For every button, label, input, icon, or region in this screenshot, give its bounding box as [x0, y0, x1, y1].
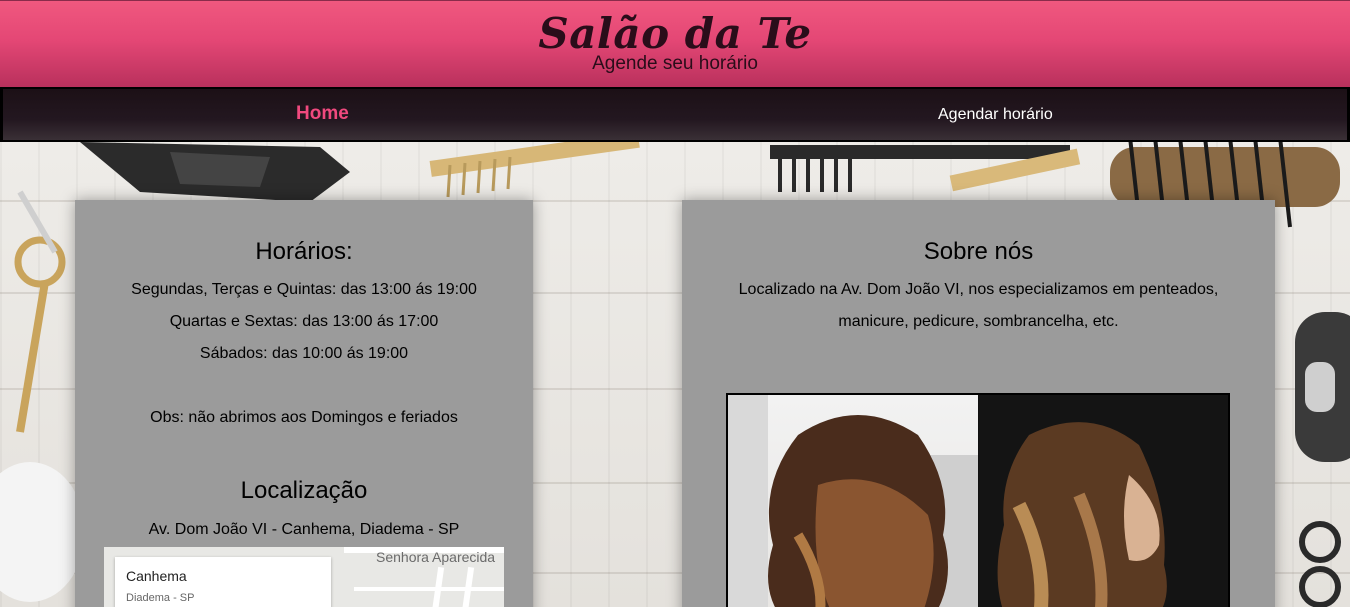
scissors-icon	[14, 190, 66, 433]
about-card: Sobre nós Localizado na Av. Dom João VI,…	[682, 200, 1275, 607]
clipper-icon	[1295, 312, 1350, 462]
site-logo-title[interactable]: Salão da Te	[0, 9, 1350, 59]
black-comb-icon	[770, 145, 1081, 192]
hair-photo-right	[979, 395, 1228, 607]
site-tagline: Agende seu horário	[592, 53, 758, 74]
location-map[interactable]: Senhora Aparecida Canhema Diadema - SP	[104, 547, 504, 607]
bowl-icon	[0, 462, 80, 602]
hours-location-card: Horários: Segundas, Terças e Quintas: da…	[75, 200, 533, 607]
hours-note: Obs: não abrimos aos Domingos e feriados	[150, 409, 458, 426]
location-title: Localização	[240, 477, 368, 504]
main-nav: Home Agendar horário	[0, 87, 1350, 142]
hair-photo	[726, 393, 1230, 607]
location-address: Av. Dom João VI - Canhema, Diadema - SP	[148, 521, 460, 538]
hours-line-weekdays: Segundas, Terças e Quintas: das 13:00 ás…	[131, 281, 477, 298]
hours-title: Horários:	[255, 238, 353, 265]
map-place-card[interactable]: Canhema Diadema - SP	[115, 557, 331, 607]
hours-line-saturday: Sábados: das 10:00 ás 19:00	[199, 345, 409, 362]
about-title: Sobre nós	[923, 238, 1034, 265]
nav-schedule-link[interactable]: Agendar horário	[938, 106, 1053, 124]
about-text-line1: Localizado na Av. Dom João VI, nos espec…	[738, 281, 1219, 298]
scissors-right-icon	[1299, 521, 1341, 607]
hair-photo-left	[728, 395, 978, 607]
site-header: Salão da Te Agende seu horário	[0, 0, 1350, 88]
nav-home-link[interactable]: Home	[296, 103, 349, 125]
hours-line-wed-fri: Quartas e Sextas: das 13:00 ás 17:00	[169, 313, 439, 330]
map-area-label: Senhora Aparecida	[376, 549, 496, 565]
map-place-sub: Diadema - SP	[126, 592, 195, 604]
about-text-line2: manicure, pedicure, sombrancelha, etc.	[838, 313, 1119, 330]
map-place-name: Canhema	[126, 568, 187, 584]
